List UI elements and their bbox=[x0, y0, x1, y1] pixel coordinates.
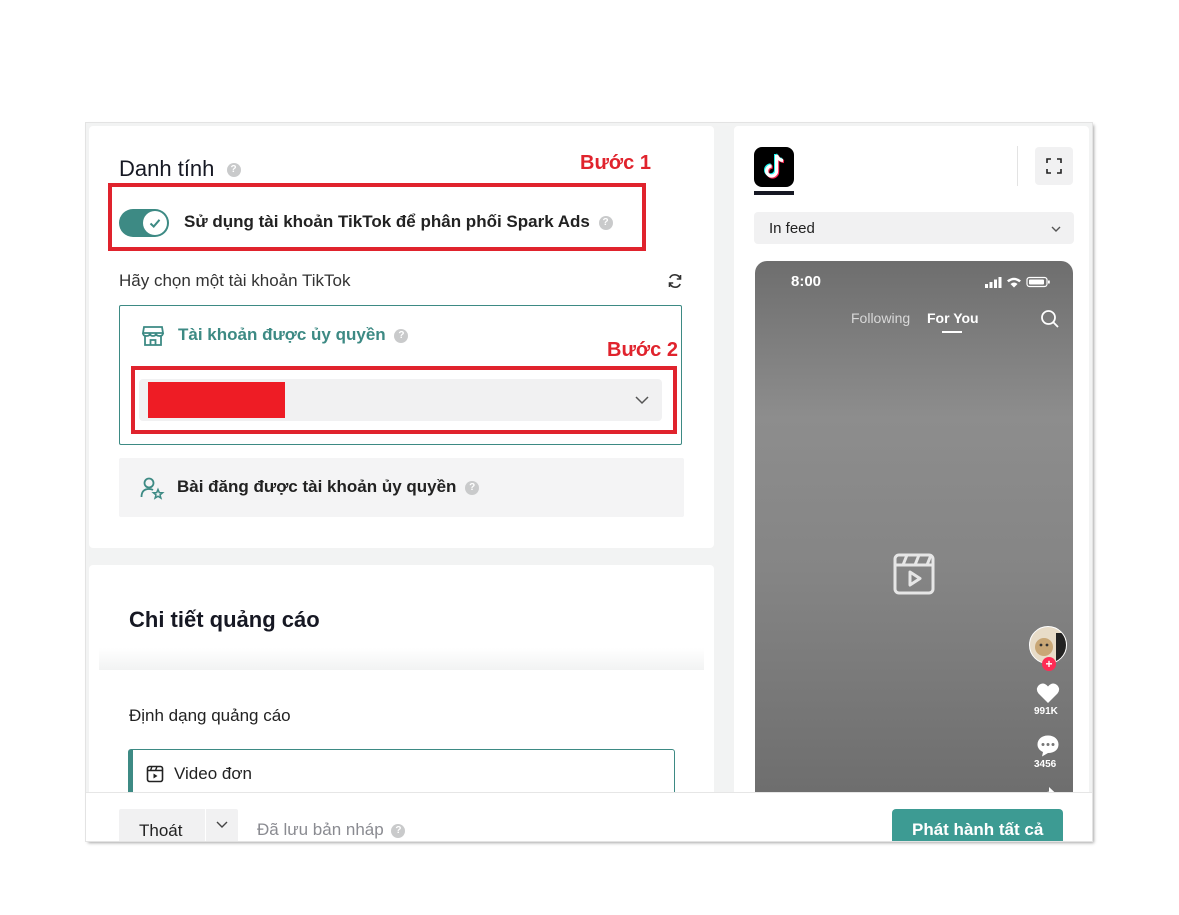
chevron-down-icon bbox=[216, 821, 228, 828]
follow-plus-icon[interactable]: + bbox=[1042, 657, 1056, 671]
identity-title: Danh tính bbox=[119, 156, 215, 181]
bottom-action-bar: Thoát Đã lưu bản nháp ? Phát hành tất cả bbox=[86, 792, 1092, 841]
exit-options-button[interactable] bbox=[206, 809, 238, 841]
identity-card: Danh tính ? Bước 1 Sử dụng tài khoản Tik… bbox=[89, 126, 714, 548]
fullscreen-icon bbox=[1046, 158, 1062, 174]
help-icon[interactable]: ? bbox=[391, 823, 406, 838]
spark-toggle-row: Sử dụng tài khoản TikTok để phân phối Sp… bbox=[184, 212, 613, 232]
single-video-label: Video đơn bbox=[174, 764, 252, 783]
search-icon[interactable] bbox=[1040, 309, 1060, 329]
authorized-post-option[interactable]: Bài đăng được tài khoản ủy quyền ? bbox=[119, 458, 684, 517]
tab-following[interactable]: Following bbox=[851, 310, 910, 326]
authorized-post-label: Bài đăng được tài khoản ủy quyền bbox=[177, 477, 457, 496]
user-star-icon bbox=[139, 475, 165, 501]
ad-details-title: Chi tiết quảng cáo bbox=[129, 607, 320, 632]
video-icon bbox=[146, 765, 164, 783]
exit-label: Thoát bbox=[139, 821, 183, 840]
authorized-post-row: Bài đăng được tài khoản ủy quyền ? bbox=[177, 477, 480, 497]
comments-count: 3456 bbox=[1034, 759, 1057, 770]
app-window: Danh tính ? Bước 1 Sử dụng tài khoản Tik… bbox=[86, 123, 1092, 841]
video-placeholder-icon bbox=[893, 553, 935, 595]
placement-select[interactable]: In feed bbox=[754, 212, 1074, 244]
chevron-down-icon bbox=[1050, 222, 1062, 234]
publish-all-button[interactable]: Phát hành tất cả bbox=[892, 809, 1063, 841]
exit-button[interactable]: Thoát bbox=[119, 809, 205, 841]
step2-annotation: Bước 2 bbox=[607, 339, 678, 361]
tab-for-you[interactable]: For You bbox=[927, 310, 979, 326]
publish-all-label: Phát hành tất cả bbox=[912, 820, 1044, 839]
spark-ads-toggle[interactable] bbox=[119, 209, 169, 237]
store-icon bbox=[140, 323, 166, 349]
choose-account-label: Hãy chọn một tài khoản TikTok bbox=[119, 271, 351, 290]
header-divider bbox=[1017, 146, 1018, 186]
help-icon[interactable]: ? bbox=[226, 163, 241, 178]
spark-toggle-label: Sử dụng tài khoản TikTok để phân phối Sp… bbox=[184, 212, 590, 231]
authorized-account-row: Tài khoản được ủy quyền ? bbox=[178, 325, 409, 345]
step1-annotation: Bước 1 bbox=[580, 152, 651, 174]
tiktok-logo bbox=[754, 147, 794, 187]
draft-status: Đã lưu bản nháp bbox=[257, 820, 384, 839]
help-icon[interactable]: ? bbox=[394, 328, 409, 343]
draft-status-row: Đã lưu bản nháp ? bbox=[257, 820, 406, 840]
section-divider bbox=[99, 648, 704, 670]
placement-value: In feed bbox=[769, 220, 815, 237]
heart-icon[interactable] bbox=[1036, 682, 1060, 704]
help-icon[interactable]: ? bbox=[598, 215, 613, 230]
ad-format-label: Định dạng quảng cáo bbox=[129, 706, 291, 725]
status-icons bbox=[985, 275, 1053, 288]
check-icon bbox=[143, 211, 167, 235]
logo-underline bbox=[754, 191, 794, 195]
authorized-account-label: Tài khoản được ủy quyền bbox=[178, 325, 386, 344]
identity-title-row: Danh tính ? bbox=[119, 156, 241, 182]
refresh-icon[interactable] bbox=[666, 272, 684, 290]
help-icon[interactable]: ? bbox=[465, 480, 480, 495]
status-time: 8:00 bbox=[791, 273, 822, 290]
step2-highlight-box bbox=[131, 366, 677, 434]
likes-count: 991K bbox=[1034, 706, 1058, 717]
phone-preview: 8:00 Following For You + 991K 3456 bbox=[755, 261, 1073, 821]
tab-indicator bbox=[942, 331, 962, 333]
fullscreen-button[interactable] bbox=[1035, 147, 1073, 185]
comment-icon[interactable] bbox=[1036, 734, 1060, 758]
